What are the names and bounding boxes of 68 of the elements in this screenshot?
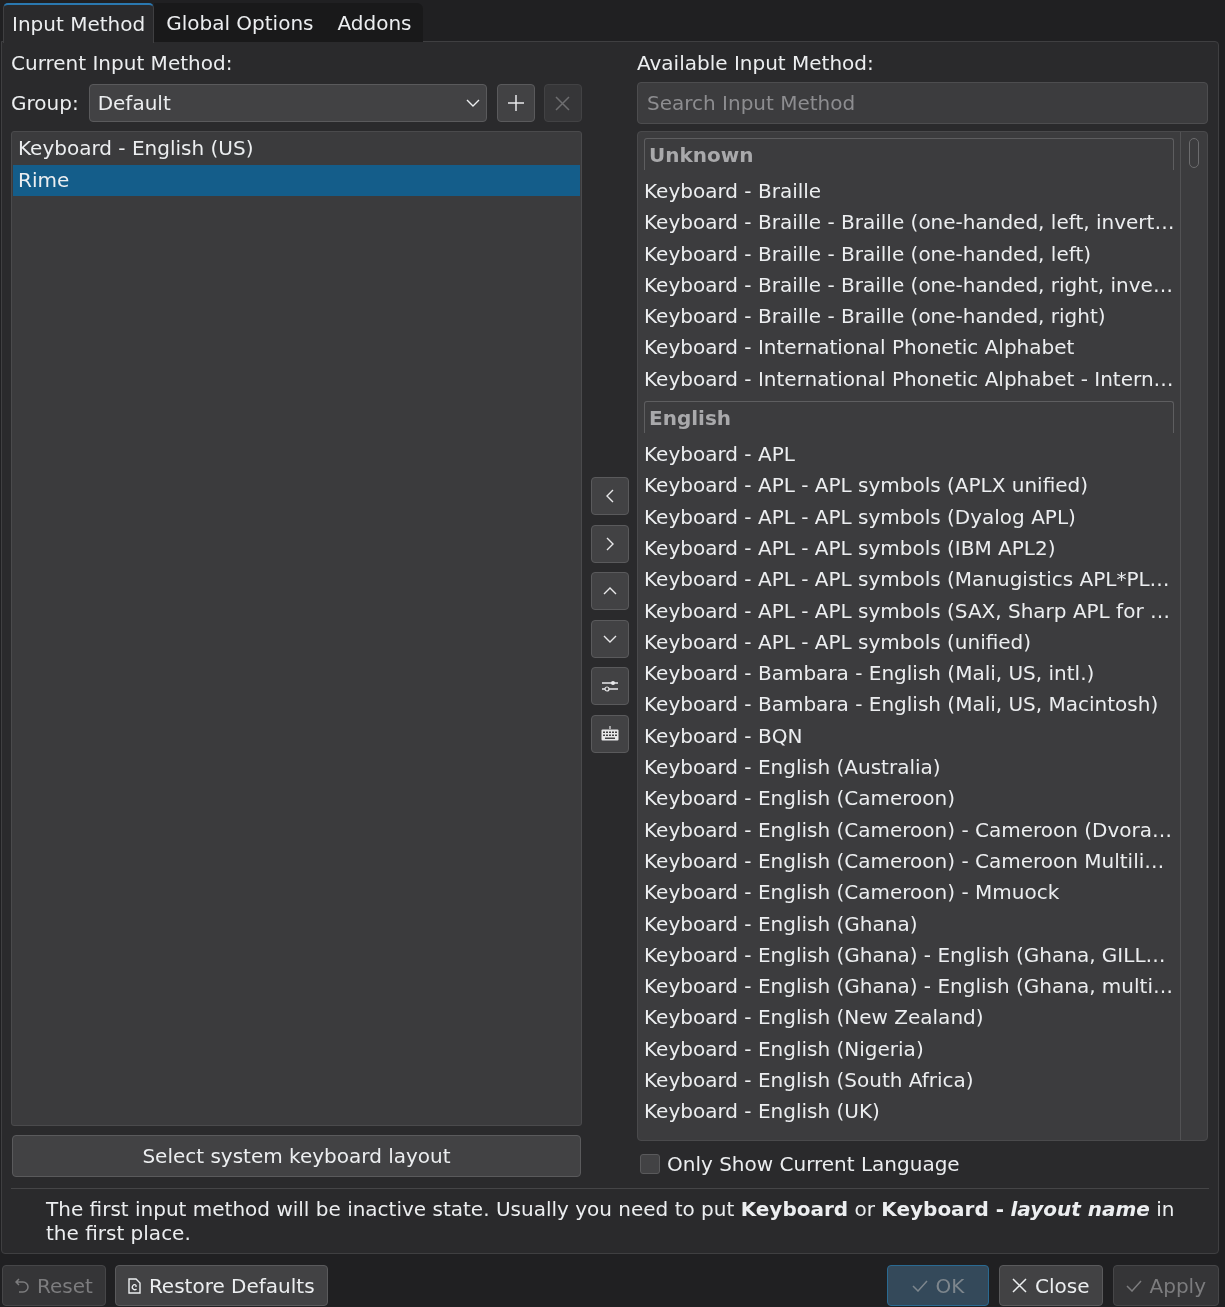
list-item[interactable]: Keyboard - APL - APL symbols (Dyalog APL)	[644, 501, 1179, 533]
chevron-down-icon	[465, 99, 480, 107]
list-item[interactable]: Keyboard - English (Cameroon) - Cameroon Multili…	[644, 845, 1179, 878]
chevron-right-icon	[606, 536, 614, 551]
list-item[interactable]: Keyboard - English (Australia)	[644, 752, 1179, 784]
list-item[interactable]: Keyboard - Braille - Braille (one-handed, left)	[644, 238, 1179, 270]
list-item[interactable]: Keyboard - Bambara - English (Mali, US, intl.)	[644, 658, 1179, 690]
section-label: Available Input Method:	[637, 52, 875, 74]
category-header: English	[644, 401, 1174, 434]
list-item[interactable]: Keyboard - International Phonetic Alphabet - Intern…	[644, 363, 1179, 396]
checkmark-icon	[1125, 1279, 1142, 1292]
restore-defaults-button[interactable]: Restore Defaults	[114, 1265, 328, 1306]
list-item[interactable]: Keyboard - APL	[644, 439, 1179, 471]
section-label: Current Input Method:	[11, 52, 234, 74]
list-item[interactable]: Keyboard - APL - APL symbols (APLX unified)	[644, 470, 1179, 502]
list-item[interactable]: Keyboard - English (US)	[13, 133, 580, 165]
list-item[interactable]: Keyboard - APL - APL symbols (IBM APL2)	[644, 532, 1179, 565]
group-dropdown[interactable]: Default	[88, 84, 487, 122]
group-label: Group:	[11, 91, 79, 115]
search-field[interactable]: Search Input Method	[637, 82, 1208, 124]
add-group-button[interactable]	[496, 84, 535, 122]
close-icon	[555, 95, 571, 111]
list-item[interactable]: Keyboard - English (Nigeria)	[644, 1033, 1179, 1065]
select-keyboard-layout-button[interactable]: Select system keyboard layout	[12, 1135, 581, 1177]
list-item[interactable]: Keyboard - English (Cameroon)	[644, 783, 1179, 815]
list-item[interactable]: Keyboard - International Phonetic Alphabet	[644, 332, 1179, 364]
list-item[interactable]: Keyboard - English (Ghana)	[644, 908, 1179, 940]
keyboard-icon	[601, 726, 619, 742]
move-down-button[interactable]	[591, 619, 629, 658]
close-button[interactable]: Close	[999, 1265, 1103, 1306]
list-item[interactable]: Keyboard - English (UK)	[644, 1096, 1179, 1128]
list-item[interactable]: Keyboard - Braille - Braille (one-handed, left, invert…	[644, 207, 1179, 239]
list-item[interactable]: Keyboard - APL - APL symbols (Manugistics APL*PL…	[644, 564, 1179, 596]
chevron-down-icon	[603, 634, 617, 643]
list-item[interactable]: Rime	[13, 164, 580, 196]
tab[interactable]: Global Options	[154, 3, 326, 42]
list-item[interactable]: Keyboard - English (Ghana) - English (Ghana, GILL…	[644, 939, 1179, 972]
move-up-button[interactable]	[591, 572, 629, 611]
move-left-button[interactable]	[591, 477, 629, 515]
list-item[interactable]: Keyboard - BQN	[644, 720, 1179, 753]
chevron-up-icon	[603, 587, 617, 596]
list-item[interactable]: Keyboard - English (Ghana) - English (Ghana, multi…	[644, 971, 1179, 1003]
chevron-left-icon	[606, 489, 614, 503]
list-item[interactable]: Keyboard - English (South Africa)	[644, 1065, 1179, 1097]
plus-icon	[507, 95, 524, 111]
checkmark-icon	[911, 1279, 928, 1292]
close-icon	[1012, 1278, 1028, 1293]
configure-button[interactable]	[591, 667, 629, 706]
checkbox-label: Only Show Current Language	[667, 1152, 960, 1176]
list-item[interactable]: Keyboard - APL - APL symbols (SAX, Sharp APL for …	[644, 595, 1179, 627]
info-text: The first input method will be inactive state. Usually you need to put Keyboard or Keyboard - layout name in the first place.	[45, 1197, 1176, 1245]
list-item[interactable]: Keyboard - English (New Zealand)	[644, 1002, 1179, 1034]
document-icon	[127, 1277, 141, 1294]
undo-icon	[15, 1278, 29, 1293]
tab[interactable]: Addons	[325, 3, 423, 42]
keyboard-layout-button[interactable]	[591, 714, 629, 753]
list-item[interactable]: Keyboard - Braille - Braille (one-handed, right, inve…	[644, 269, 1179, 302]
tab[interactable]: Input Method	[3, 3, 155, 43]
list-item[interactable]: Keyboard - English (Cameroon) - Mmuock	[644, 877, 1179, 909]
list-item[interactable]: Keyboard - English (Cameroon) - Cameroon (Dvora…	[644, 814, 1179, 846]
list-item[interactable]: Keyboard - APL - APL symbols (unified)	[644, 626, 1179, 659]
list-item[interactable]: Keyboard - Braille - Braille (one-handed, right)	[644, 301, 1179, 333]
category-header: Unknown	[644, 138, 1174, 170]
list-item[interactable]: Keyboard - Braille	[644, 176, 1179, 208]
move-right-button[interactable]	[591, 524, 629, 563]
sliders-icon	[602, 680, 618, 693]
checkbox[interactable]	[640, 1154, 660, 1174]
list-item[interactable]: Keyboard - Bambara - English (Mali, US, Macintosh)	[644, 689, 1179, 721]
